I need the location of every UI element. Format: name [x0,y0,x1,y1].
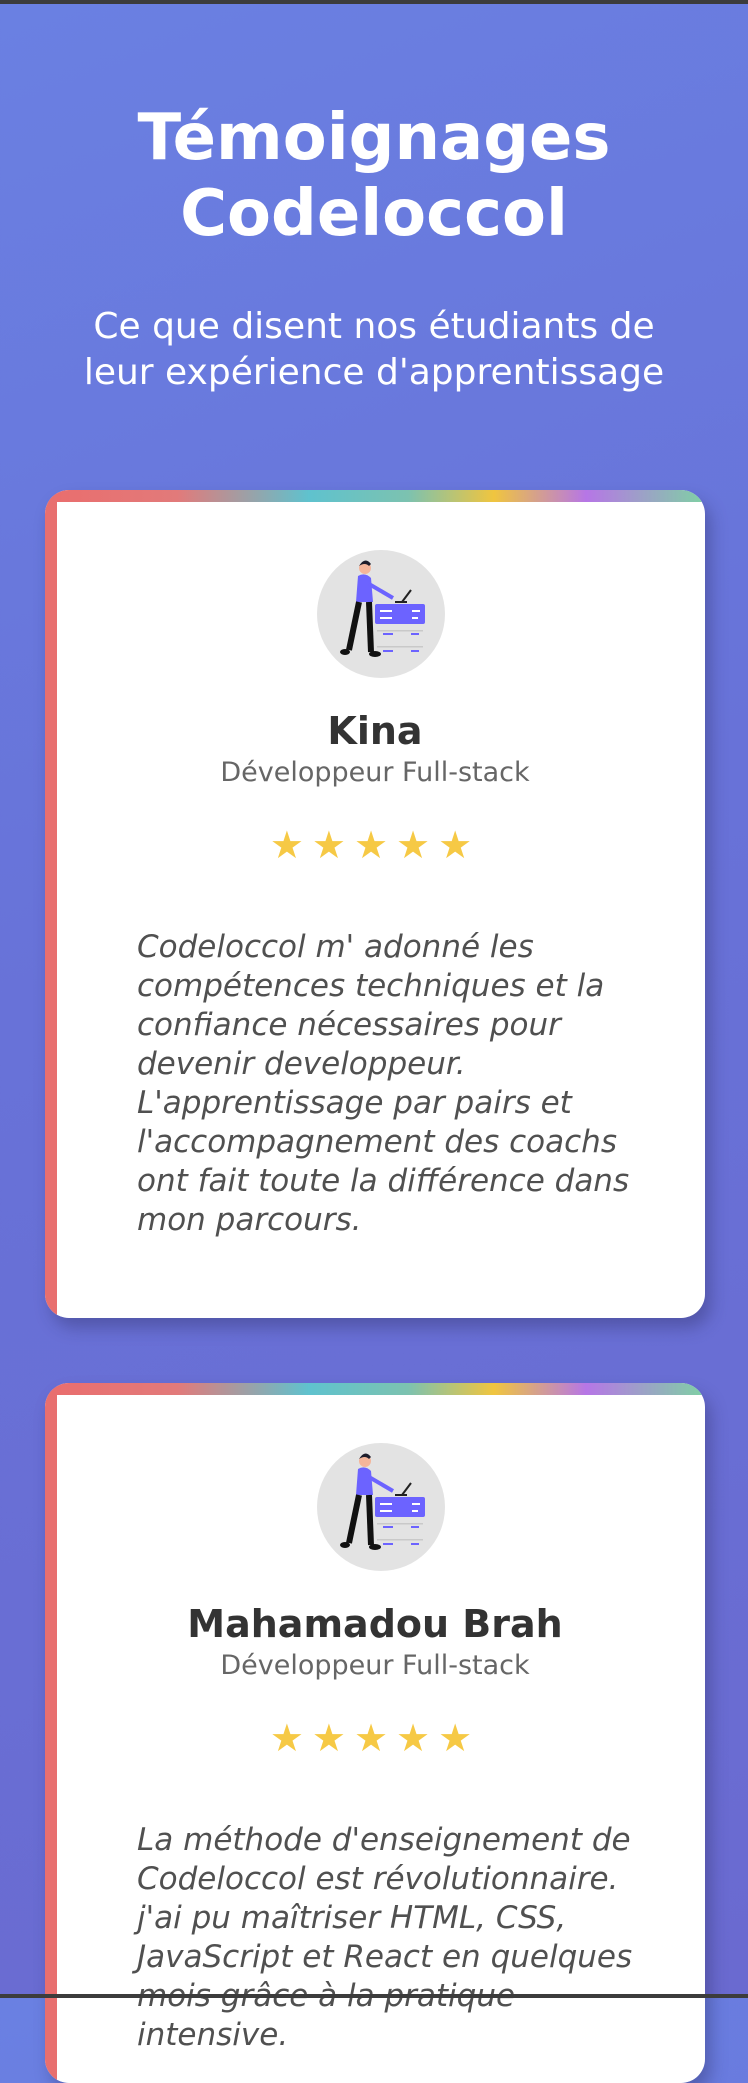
testimonial-name: Mahamadou Brah [187,1602,563,1646]
page-title: Témoignages Codeloccol [0,100,748,252]
testimonial-quote: Codeloccol m' adonné les compétences tec… [137,929,630,1238]
testimonial-card: Mahamadou Brah Développeur Full-stack ★★… [45,1383,705,2083]
testimonial-name: Kina [327,709,423,753]
testimonial-role: Développeur Full-stack [220,757,530,788]
person-at-server-illustration-icon [340,560,425,657]
bottom-edge-bar [0,1994,748,1998]
page-title-line-1: Témoignages [137,101,611,175]
top-edge-bar [0,0,748,4]
page-title-line-2: Codeloccol [180,177,568,251]
testimonial-quote: La méthode d'enseignement de Codeloccol … [137,1822,633,2053]
star-rating: ★★★★★ [269,823,481,867]
testimonial-card: Kina Développeur Full-stack ★★★★★ Codelo… [45,490,705,1318]
page-subtitle: Ce que disent nos étudiants de leur expé… [83,306,665,393]
person-at-server-illustration-icon [340,1453,425,1550]
testimonial-role: Développeur Full-stack [220,1650,530,1681]
avatar [317,1443,445,1571]
star-rating: ★★★★★ [269,1716,481,1760]
avatar [317,550,445,678]
